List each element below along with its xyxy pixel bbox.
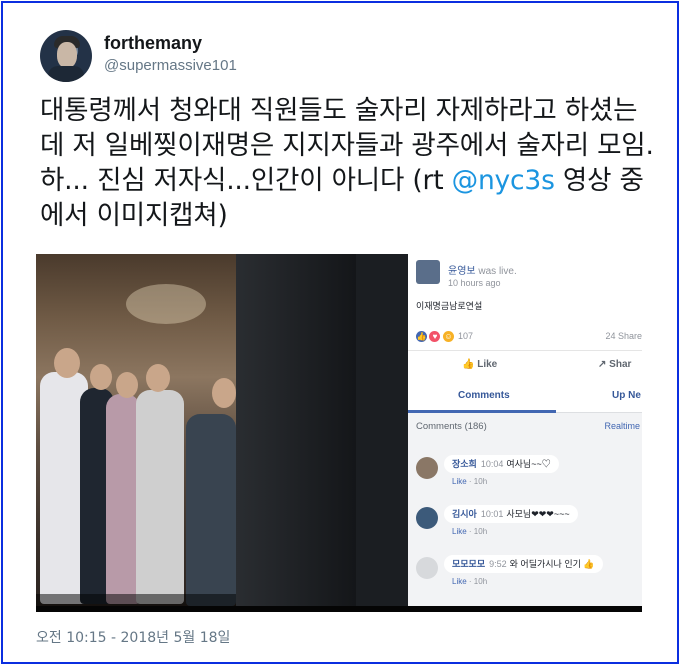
tweet-text: 대통령께서 청와대 직원들도 술자리 자제하라고 하셨는데 저 일베찢이재명은 … [40, 93, 660, 233]
poster-avatar[interactable] [416, 260, 440, 284]
commenter-avatar[interactable] [416, 457, 438, 479]
divider [408, 350, 642, 351]
comment-text: 와 어딜가시나 인기 👍 [509, 559, 595, 569]
realtime-sort[interactable]: Realtime [604, 421, 640, 431]
comment-text: 사모님❤❤❤~~~ [506, 509, 570, 519]
comment-bubble: 장소희 10:04 여사님~~♡ [444, 455, 559, 473]
poster-line: 윤영보 was live. [448, 262, 517, 277]
tab-comments[interactable]: Comments [458, 390, 510, 401]
tab-up-next[interactable]: Up Ne [612, 390, 641, 401]
comment-meta: Like · 10h [452, 527, 488, 536]
share-button[interactable]: ↗ Shar [598, 359, 631, 370]
comment-age: 10h [473, 477, 488, 486]
comment-item: 김시아 10:01 사모님❤❤❤~~~ Like · 10h [408, 503, 642, 547]
like-reaction-icon: 👍 [416, 331, 427, 343]
display-name[interactable]: forthemany [104, 33, 202, 54]
comment-item: 장소희 10:04 여사님~~♡ Like · 10h [408, 453, 642, 497]
share-arrow-icon: ↗ [598, 359, 607, 370]
commenter-avatar[interactable] [416, 507, 438, 529]
user-handle[interactable]: @supermassive101 [104, 57, 237, 74]
comments-area: Comments (186) Realtime 장소희 10:04 여사님~~♡ L… [408, 413, 642, 606]
attached-image[interactable]: 윤영보 was live. 10 hours ago 이재명금남로연설 👍 ♥ … [36, 254, 642, 612]
video-scene [36, 254, 236, 606]
reaction-count[interactable]: 107 [458, 331, 473, 341]
commenter-name[interactable]: 장소희 [452, 459, 477, 469]
comment-age: 10h [473, 577, 488, 586]
share-count[interactable]: 24 Share [605, 331, 642, 341]
comment-like-link[interactable]: Like [452, 527, 467, 536]
comment-bubble: 모모모모 9:52 와 어딜가시나 인기 👍 [444, 555, 603, 573]
tweet-timestamp[interactable]: 오전 10:15 - 2018년 5월 18일 [36, 627, 230, 647]
comment-bubble: 김시아 10:01 사모님❤❤❤~~~ [444, 505, 578, 523]
like-button[interactable]: 👍 Like [462, 359, 497, 370]
mention-link[interactable]: @nyc3s [452, 165, 555, 196]
comment-item: 모모모모 9:52 와 어딜가시나 인기 👍 Like · 10h [408, 553, 642, 597]
commenter-avatar[interactable] [416, 557, 438, 579]
comment-time: 10:01 [480, 509, 504, 519]
love-reaction-icon: ♥ [429, 331, 441, 343]
post-text: 이재명금남로연설 [416, 301, 483, 311]
reaction-icons[interactable]: 👍 ♥ ☺ [416, 328, 454, 343]
like-button-label: Like [477, 359, 498, 370]
video-controls[interactable] [36, 594, 236, 606]
comment-like-link[interactable]: Like [452, 477, 467, 486]
commenter-name[interactable]: 모모모모 [452, 559, 485, 569]
comment-meta: Like · 10h [452, 477, 488, 486]
comment-age: 10h [473, 527, 488, 536]
poster-name[interactable]: 윤영보 [448, 266, 476, 277]
comment-time: 9:52 [489, 559, 507, 569]
video-dark-area [236, 254, 408, 606]
comment-like-link[interactable]: Like [452, 577, 467, 586]
share-button-label: Shar [609, 359, 632, 370]
facebook-live-panel: 윤영보 was live. 10 hours ago 이재명금남로연설 👍 ♥ … [408, 254, 642, 606]
live-label: was live. [478, 266, 517, 277]
user-avatar[interactable] [40, 30, 92, 82]
post-time: 10 hours ago [448, 278, 501, 288]
thumbs-up-icon: 👍 [462, 359, 475, 370]
commenter-name[interactable]: 김시아 [452, 509, 477, 519]
comment-meta: Like · 10h [452, 577, 488, 586]
comment-text: 여사님~~♡ [506, 459, 551, 469]
haha-reaction-icon: ☺ [442, 331, 454, 343]
comment-time: 10:04 [480, 459, 504, 469]
comments-count: Comments (186) [416, 421, 487, 432]
